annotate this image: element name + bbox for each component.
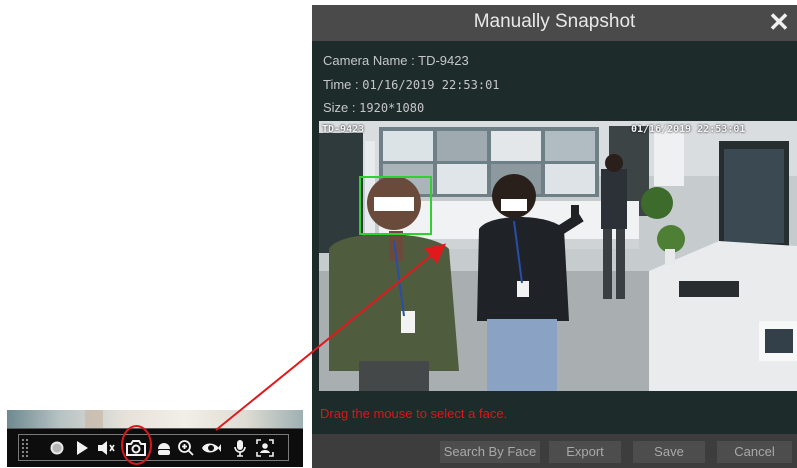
camera-name-label: Camera Name : — [323, 53, 415, 68]
zoom-in-icon[interactable] — [174, 436, 198, 460]
camera-name-value: TD-9423 — [418, 53, 469, 68]
dialog-header: Manually Snapshot ✕ — [312, 5, 797, 41]
export-button[interactable]: Export — [549, 441, 621, 463]
microphone-icon[interactable] — [228, 436, 252, 460]
playback-toolbar — [7, 428, 303, 467]
fisheye-icon[interactable] — [199, 436, 223, 460]
volume-icon[interactable] — [95, 436, 119, 460]
snapshot-highlight-circle — [121, 425, 152, 465]
record-icon[interactable] — [45, 436, 69, 460]
dialog-footer: Search By Face Export Save Cancel — [312, 434, 797, 468]
time-row: Time : 01/16/2019 22:53:01 — [323, 77, 500, 92]
time-value: 01/16/2019 22:53:01 — [362, 78, 500, 92]
size-value: 1920*1080 — [359, 101, 425, 115]
search-by-face-button[interactable]: Search By Face — [440, 441, 540, 463]
dialog-title: Manually Snapshot — [473, 11, 636, 32]
manual-snapshot-dialog: Manually Snapshot ✕ Camera Name : TD-942… — [312, 5, 797, 468]
drag-handle-icon[interactable] — [21, 438, 29, 458]
camera-name-row: Camera Name : TD-9423 — [323, 53, 469, 68]
time-label: Time : — [323, 77, 359, 92]
snapshot-preview[interactable]: TD-9423 01/16/2019 22:53:01 — [319, 121, 797, 391]
snapshot-scene-image — [319, 121, 797, 391]
cancel-button[interactable]: Cancel — [717, 441, 792, 463]
osd-camera-name: TD-9423 — [322, 124, 365, 135]
osd-timestamp: 01/16/2019 22:53:01 — [631, 124, 746, 135]
save-button[interactable]: Save — [633, 441, 705, 463]
play-icon[interactable] — [70, 436, 94, 460]
size-row: Size : 1920*1080 — [323, 100, 424, 115]
size-label: Size : — [323, 100, 356, 115]
close-icon[interactable]: ✕ — [765, 7, 793, 37]
ptz-icon[interactable] — [152, 436, 176, 460]
video-strip-background — [7, 410, 303, 430]
face-detect-icon[interactable] — [253, 436, 277, 460]
hint-text: Drag the mouse to select a face. — [320, 406, 508, 421]
